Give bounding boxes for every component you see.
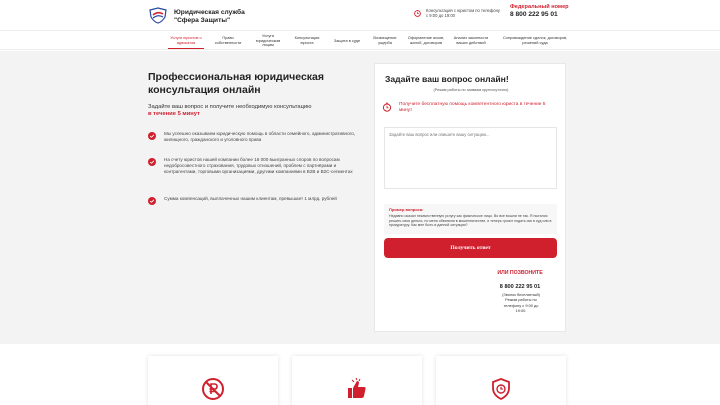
nav-deal-support[interactable]: Сопровождение сделок, договоров, решений… — [496, 33, 574, 49]
shield-clock-icon — [492, 378, 510, 401]
clock-icon — [414, 10, 421, 17]
feature-card — [436, 356, 566, 405]
bullet-text: На счету юристов нашей компании более 16… — [164, 157, 353, 174]
stopwatch-icon — [382, 102, 392, 112]
form-promo: Получите бесплатную помощь компетентного… — [382, 102, 549, 114]
free-call-note: (Звонок бесплатный) Режим работы по теле… — [502, 292, 540, 313]
get-answer-button[interactable]: Получить ответ — [384, 238, 557, 258]
brand-name[interactable]: Юридическая служба "Сфера Защиты" — [174, 9, 264, 24]
nav-lawyer-services[interactable]: Услуги юристов о адвокатов — [168, 33, 204, 49]
federal-label: Федеральный номер — [510, 4, 569, 10]
hero-subtitle: Задайте ваш вопрос и получите необходиму… — [148, 104, 348, 118]
or-call-label: ИЛИ ПОЗВОНИТЕ — [497, 270, 543, 276]
logo-shield-icon[interactable] — [148, 7, 168, 24]
example-question: Пример вопроса: Недавно оказал некачеств… — [384, 204, 557, 234]
question-input[interactable] — [384, 127, 557, 189]
example-body: Недавно оказал некачественную услугу как… — [389, 214, 552, 228]
hero-title: Профессиональная юридическая консультаци… — [148, 71, 325, 96]
hero-bullet: Сумма компенсаций, выплаченных нашим кли… — [148, 196, 368, 205]
form-note: (Режим работы по заявкам круглосуточно) — [433, 88, 509, 92]
question-form-card: Задайте ваш вопрос онлайн! (Режим работы… — [374, 63, 566, 332]
header-phone[interactable]: 8 800 222 95 01 — [510, 11, 570, 18]
nav-legal-entities[interactable]: Услуги юридическим лицам — [251, 33, 285, 49]
no-ruble-icon — [202, 378, 224, 400]
hero-bullet: Мы успешно оказываем юридическую помощь … — [148, 131, 368, 143]
check-circle-icon — [148, 132, 156, 140]
nav-legality-analysis[interactable]: Анализ законности ваших действий — [451, 33, 491, 49]
check-circle-icon — [148, 158, 156, 166]
main-nav: Услуги юристов о адвокатов Право собстве… — [0, 30, 720, 50]
hours-text: Консультация с юристом по телефону с 9:0… — [426, 8, 501, 18]
nav-court-defense[interactable]: Защита в суде — [330, 33, 364, 49]
form-phone[interactable]: 8 800 222 95 01 — [375, 284, 665, 290]
nav-claims-documents[interactable]: Оформление исков, жалоб, договоров — [406, 33, 446, 49]
working-hours: Консультация с юристом по телефону с 9:0… — [414, 8, 501, 18]
form-title: Задайте ваш вопрос онлайн! — [385, 74, 509, 84]
feature-card — [292, 356, 422, 405]
nav-consultation[interactable]: Консультация юриста — [290, 33, 324, 49]
check-circle-icon — [148, 197, 156, 205]
thumbs-up-icon — [348, 377, 366, 398]
hero-bullet: На счету юристов нашей компании более 16… — [148, 157, 368, 175]
nav-property-rights[interactable]: Право собственности — [210, 33, 246, 49]
site-header: Юридическая служба "Сфера Защиты" Консул… — [0, 0, 720, 30]
federal-number: Федеральный номер 8 800 222 95 01 — [510, 4, 570, 18]
bullet-text: Сумма компенсаций, выплаченных нашим кли… — [164, 196, 337, 201]
feature-card — [148, 356, 278, 405]
nav-damages[interactable]: Возмещение ущерба — [369, 33, 401, 49]
bullet-text: Мы успешно оказываем юридическую помощь … — [164, 131, 356, 142]
promo-text: Получите бесплатную помощь компетентного… — [399, 102, 546, 113]
hero-subtitle-text: Задайте ваш вопрос и получите необходиму… — [148, 104, 312, 110]
features-section — [0, 344, 720, 405]
hero-subtitle-accent: в течение 5 минут — [148, 111, 200, 117]
example-heading: Пример вопроса: — [389, 207, 424, 212]
